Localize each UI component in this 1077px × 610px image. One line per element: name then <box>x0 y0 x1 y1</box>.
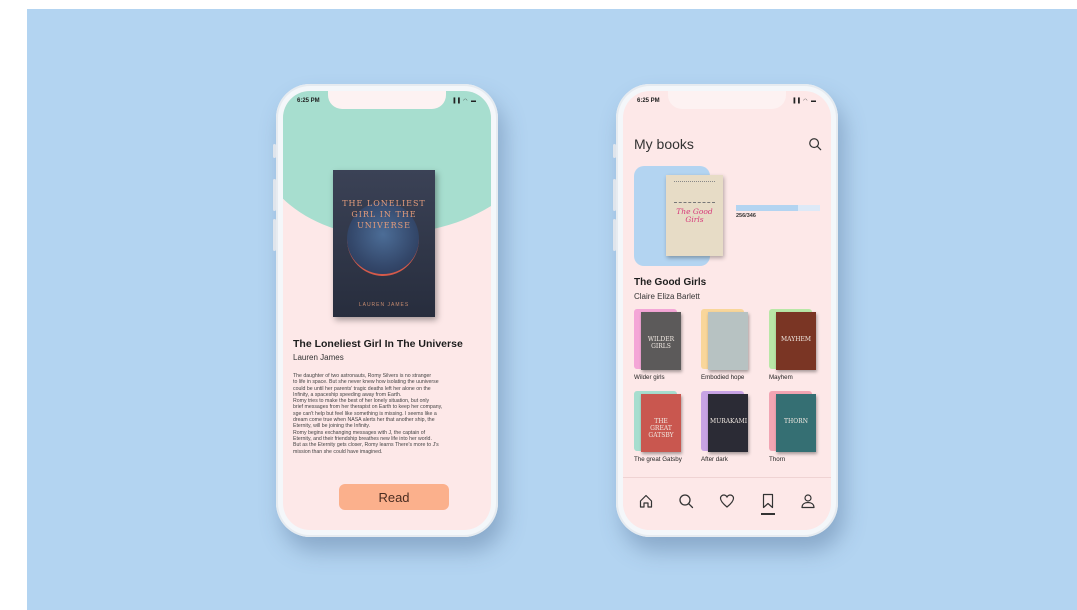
book-label: After dark <box>701 456 728 463</box>
status-icons: ▐▐ ◠ ▬ <box>791 98 817 104</box>
cover-title: THE LONELIEST GIRL IN THE UNIVERSE <box>342 199 426 230</box>
reading-progress-bar <box>736 205 820 211</box>
reading-progress-fill <box>736 205 799 211</box>
cover-illustration <box>674 181 715 203</box>
book-title: The Loneliest Girl In The Universe <box>293 338 463 350</box>
book-author: Lauren James <box>293 353 344 362</box>
book-label: Mayhem <box>769 374 793 381</box>
volume-down-button <box>613 219 616 251</box>
tile-cover: WILDER GIRLS <box>641 312 681 370</box>
read-button[interactable]: Read <box>339 484 449 510</box>
tile-cover-text: MURAKAMI <box>710 418 748 425</box>
current-book-author: Claire Eliza Barlett <box>634 292 700 301</box>
bookmark-icon[interactable] <box>760 493 776 509</box>
search-icon[interactable] <box>808 137 822 151</box>
cover-author: LAUREN JAMES <box>358 302 410 308</box>
status-time: 6:25 PM <box>297 98 320 104</box>
canvas-background: 6:25 PM ▐▐ ◠ ▬ THE LONELIEST GIRL IN THE… <box>27 9 1077 610</box>
book-cover: THE LONELIEST GIRL IN THE UNIVERSE LAURE… <box>333 170 435 317</box>
phone-book-detail: 6:25 PM ▐▐ ◠ ▬ THE LONELIEST GIRL IN THE… <box>273 84 498 537</box>
phone-notch <box>668 91 786 109</box>
phone-notch <box>328 91 446 109</box>
search-icon[interactable] <box>678 493 694 509</box>
book-label: Wilder girls <box>634 374 665 381</box>
tile-cover: THORN <box>776 394 816 452</box>
tile-cover-text: MAYHEM <box>781 336 811 343</box>
tile-cover: MURAKAMI <box>708 394 748 452</box>
user-icon[interactable] <box>800 493 816 509</box>
active-tab-indicator <box>761 513 775 515</box>
tile-cover-text: THE GREAT GATSBY <box>648 418 674 439</box>
current-cover-text: The Good Girls <box>676 207 713 224</box>
bottom-nav <box>623 477 831 530</box>
tile-cover-text: WILDER GIRLS <box>647 336 675 350</box>
phone-my-books: 6:25 PM ▐▐ ◠ ▬ My books The Good Girls 2… <box>613 84 838 537</box>
mute-switch <box>273 144 276 158</box>
current-book-title: The Good Girls <box>634 277 707 288</box>
tile-cover-text: THORN <box>784 418 808 425</box>
library-screen: 6:25 PM ▐▐ ◠ ▬ My books The Good Girls 2… <box>623 91 831 530</box>
book-label: The great Gatsby <box>634 456 682 463</box>
mute-switch <box>613 144 616 158</box>
tile-cover <box>708 312 748 370</box>
home-icon[interactable] <box>638 493 654 509</box>
tile-cover: MAYHEM <box>776 312 816 370</box>
book-description: The daughter of two astronauts, Romy Sil… <box>293 373 443 455</box>
detail-screen: 6:25 PM ▐▐ ◠ ▬ THE LONELIEST GIRL IN THE… <box>283 91 491 530</box>
volume-up-button <box>273 179 276 211</box>
book-label: Thorn <box>769 456 786 463</box>
volume-down-button <box>273 219 276 251</box>
tile-cover: THE GREAT GATSBY <box>641 394 681 452</box>
status-time: 6:25 PM <box>637 98 660 104</box>
current-book-cover[interactable]: The Good Girls <box>666 175 723 256</box>
reading-progress-label: 256/346 <box>736 213 756 219</box>
book-label: Embodied hope <box>701 374 745 381</box>
page-title: My books <box>634 136 694 152</box>
volume-up-button <box>613 179 616 211</box>
status-icons: ▐▐ ◠ ▬ <box>451 98 477 104</box>
heart-icon[interactable] <box>719 493 735 509</box>
